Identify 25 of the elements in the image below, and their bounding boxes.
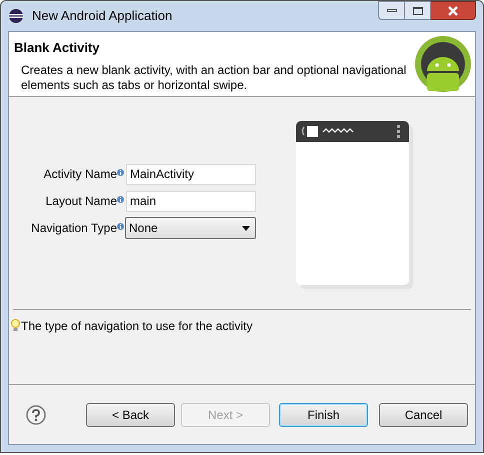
field-label: Activity Name bbox=[44, 166, 117, 183]
hint-text: The type of navigation to use for the activity bbox=[21, 318, 252, 334]
help-icon[interactable] bbox=[26, 404, 46, 424]
dropdown[interactable]: None bbox=[125, 217, 256, 239]
eclipse-icon bbox=[8, 8, 24, 24]
wizard-button[interactable]: Cancel bbox=[379, 402, 468, 426]
lightbulb-icon bbox=[11, 319, 20, 332]
dropdown-arrow-icon bbox=[242, 226, 250, 230]
text-field[interactable]: MainActivity bbox=[126, 164, 256, 184]
close-button[interactable] bbox=[431, 1, 476, 20]
field-label: Layout Name bbox=[46, 193, 117, 210]
wizard-button[interactable]: < Back bbox=[86, 402, 175, 426]
maximize-button[interactable] bbox=[405, 1, 431, 20]
info-icon bbox=[117, 223, 124, 230]
close-icon bbox=[447, 6, 459, 16]
page-title: Blank Activity bbox=[14, 39, 100, 57]
info-icon bbox=[117, 169, 124, 176]
field-label: Navigation Type bbox=[31, 220, 117, 237]
text-field[interactable]: main bbox=[126, 190, 256, 212]
minimize-button[interactable] bbox=[378, 1, 405, 20]
page-description: Creates a new blank activity, with an action bar and optional navigational elements such as tabs or horizontal swipe. bbox=[20, 62, 408, 92]
android-logo-icon bbox=[414, 35, 472, 93]
window-title: New Android Application bbox=[32, 7, 172, 26]
info-icon bbox=[117, 196, 124, 203]
wizard-button[interactable]: Finish bbox=[279, 402, 368, 426]
